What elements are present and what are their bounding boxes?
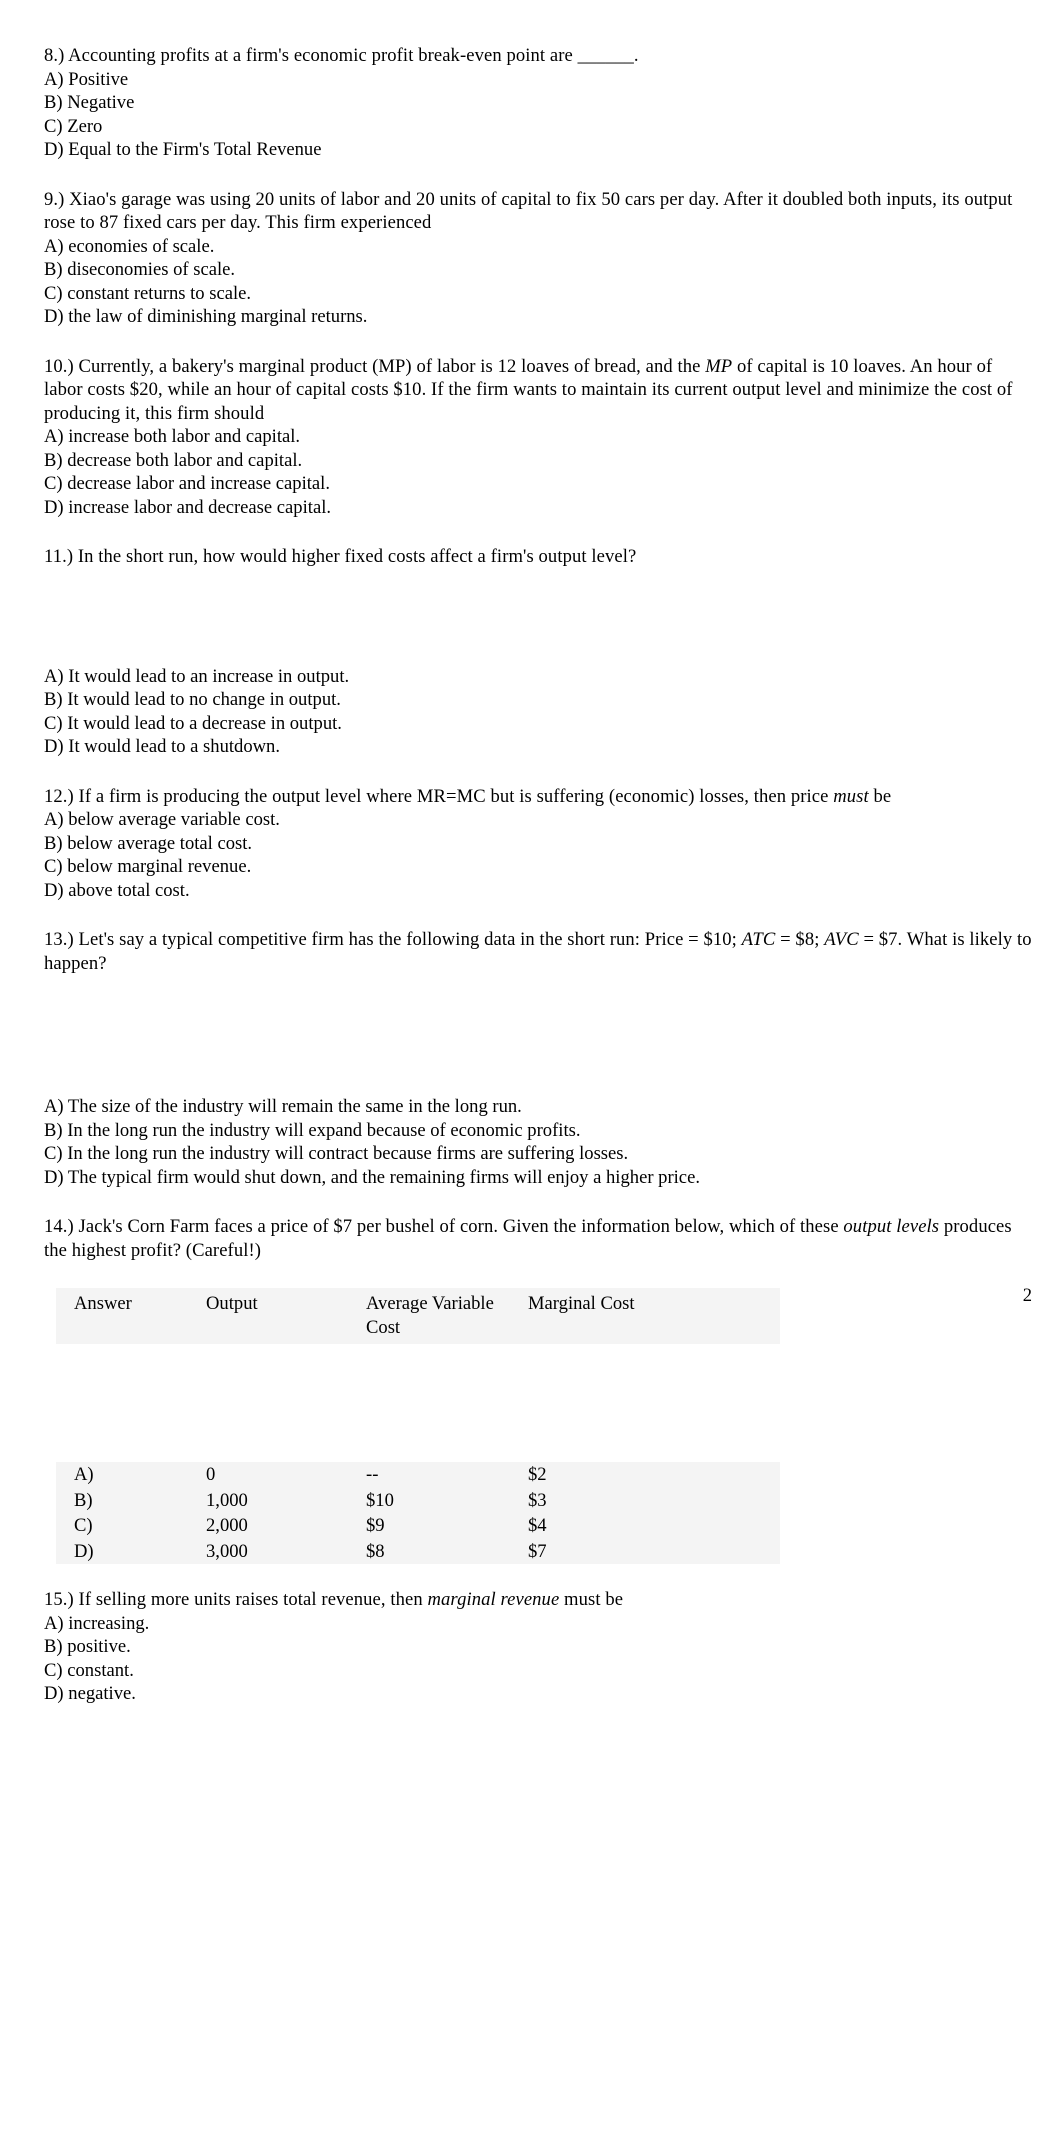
cell-mc: $7 — [528, 1540, 547, 1562]
document-page: 8.) Accounting profits at a firm's econo… — [0, 0, 1062, 2132]
stem-text: be — [868, 785, 892, 807]
cost-table-header: Answer Output Average Variable Cost Marg… — [56, 1288, 780, 1344]
question-15: 15.) If selling more units raises total … — [44, 1588, 1032, 1706]
question-11-stem: 11.) In the short run, how would higher … — [44, 545, 1032, 569]
question-8-choice-b: B) Negative — [44, 92, 135, 113]
stem-text: 10.) Currently, a bakery's marginal prod… — [44, 355, 706, 377]
page-number: 2 — [1022, 1285, 1032, 1306]
cell-answer: A) — [74, 1464, 94, 1485]
cell-output: 0 — [206, 1464, 216, 1485]
cell-output: 2,000 — [206, 1515, 248, 1536]
emphasis-text: AVC — [824, 929, 859, 950]
stem-text: 8.) Accounting profits at a firm's econo… — [44, 45, 639, 66]
stem-text: 15.) If selling more units raises total … — [44, 1589, 428, 1610]
question-12-choice-b: B) below average total cost. — [44, 832, 253, 854]
cost-table-header-row: Answer Output Average Variable Cost Marg… — [56, 1288, 780, 1344]
emphasis-text: marginal revenue — [427, 1589, 560, 1610]
question-12-choice-c: C) below marginal revenue. — [44, 856, 252, 877]
question-15-choice-c: C) constant. — [44, 1659, 134, 1681]
cell-avc: $8 — [366, 1540, 385, 1562]
question-8-choice-d: D) Equal to the Firm's Total Revenue — [44, 139, 322, 160]
question-14: 14.) Jack's Corn Farm faces a price of $… — [44, 1215, 1032, 1262]
question-12: 12.) If a firm is producing the output l… — [44, 785, 1032, 903]
question-10-stem: 10.) Currently, a bakery's marginal prod… — [44, 355, 1032, 426]
stem-text: = $8; — [775, 929, 825, 950]
question-15-choice-b: B) positive. — [44, 1636, 131, 1657]
cost-table: Answer Output Average Variable Cost Marg… — [44, 1288, 1032, 1564]
cell-mc: $3 — [528, 1489, 547, 1511]
question-13-stem: 13.) Let's say a typical competitive fir… — [44, 928, 1032, 975]
question-10-choice-c: C) decrease labor and increase capital. — [44, 473, 330, 494]
cell-answer: C) — [74, 1515, 93, 1536]
cell-mc: $4 — [528, 1515, 547, 1536]
stem-text: 14.) Jack's Corn Farm faces a price of $… — [44, 1216, 844, 1237]
table-row: B) 1,000 $10 $3 — [56, 1488, 780, 1514]
question-12-choice-a: A) below average variable cost. — [44, 809, 280, 830]
cost-table-header-output: Output — [206, 1293, 258, 1314]
question-9: 9.) Xiao's garage was using 20 units of … — [44, 188, 1032, 329]
table-row: C) 2,000 $9 $4 — [56, 1513, 780, 1539]
question-13-choice-a: A) The size of the industry will remain … — [44, 1096, 522, 1117]
emphasis-text: ATC — [741, 929, 776, 950]
cell-avc: -- — [366, 1464, 379, 1485]
cell-output: 1,000 — [206, 1489, 248, 1511]
question-13-choice-c: C) In the long run the industry will con… — [44, 1143, 629, 1164]
stem-text: 13.) Let's say a typical competitive fir… — [44, 929, 742, 950]
question-11-choice-a: A) It would lead to an increase in outpu… — [44, 665, 350, 687]
question-13: 13.) Let's say a typical competitive fir… — [44, 928, 1032, 1189]
question-11-answer-space — [44, 569, 1032, 665]
table-row: D) 3,000 $8 $7 — [56, 1539, 780, 1565]
cost-table-header-answer: Answer — [74, 1293, 132, 1314]
question-11-choice-b: B) It would lead to no change in output. — [44, 689, 341, 710]
cell-avc: $9 — [366, 1515, 385, 1536]
cost-table-work-space — [44, 1344, 1032, 1462]
question-9-choice-b: B) diseconomies of scale. — [44, 259, 236, 280]
question-11-choice-c: C) It would lead to a decrease in output… — [44, 712, 342, 734]
question-9-choice-c: C) constant returns to scale. — [44, 282, 252, 304]
question-10-choice-b: B) decrease both labor and capital. — [44, 449, 303, 471]
cost-table-body: A) 0 -- $2 B) 1,000 $10 $3 C) 2,000 $9 $… — [56, 1462, 780, 1564]
cell-output: 3,000 — [206, 1540, 248, 1562]
emphasis-text: must — [833, 785, 869, 807]
cell-answer: D) — [74, 1540, 94, 1562]
cell-mc: $2 — [528, 1464, 547, 1485]
emphasis-text: output levels — [843, 1216, 940, 1237]
question-13-choice-b: B) In the long run the industry will exp… — [44, 1119, 581, 1141]
cost-table-header-mc: Marginal Cost — [528, 1293, 635, 1314]
cost-table-header-avc: Average Variable Cost — [366, 1293, 494, 1338]
question-12-choice-d: D) above total cost. — [44, 879, 190, 901]
question-9-stem: 9.) Xiao's garage was using 20 units of … — [44, 188, 1032, 235]
question-9-choice-d: D) the law of diminishing marginal retur… — [44, 306, 368, 327]
emphasis-text: MP — [705, 355, 733, 377]
question-15-choice-a: A) increasing. — [44, 1612, 150, 1634]
question-10-choice-d: D) increase labor and decrease capital. — [44, 496, 332, 518]
question-10: 10.) Currently, a bakery's marginal prod… — [44, 355, 1032, 520]
question-9-choice-a: A) economies of scale. — [44, 235, 215, 257]
question-8-stem: 8.) Accounting profits at a firm's econo… — [44, 44, 1032, 68]
question-15-stem: 15.) If selling more units raises total … — [44, 1588, 1032, 1612]
stem-text: 12.) If a firm is producing the output l… — [44, 785, 834, 807]
table-row: A) 0 -- $2 — [56, 1462, 780, 1488]
question-11: 11.) In the short run, how would higher … — [44, 545, 1032, 759]
stem-text: 11.) In the short run, how would higher … — [44, 546, 637, 567]
question-12-stem: 12.) If a firm is producing the output l… — [44, 785, 1032, 809]
question-11-choice-d: D) It would lead to a shutdown. — [44, 736, 280, 757]
question-13-answer-space — [44, 975, 1032, 1095]
cell-avc: $10 — [366, 1489, 394, 1511]
question-13-choice-d: D) The typical firm would shut down, and… — [44, 1166, 700, 1188]
question-14-stem: 14.) Jack's Corn Farm faces a price of $… — [44, 1215, 1032, 1262]
question-8-choice-a: A) Positive — [44, 68, 129, 90]
question-8-choice-c: C) Zero — [44, 115, 103, 137]
stem-text: must be — [559, 1589, 624, 1610]
question-8: 8.) Accounting profits at a firm's econo… — [44, 44, 1032, 162]
question-15-choice-d: D) negative. — [44, 1683, 136, 1704]
question-10-choice-a: A) increase both labor and capital. — [44, 426, 301, 447]
stem-text: 9.) Xiao's garage was using 20 units of … — [44, 188, 1013, 234]
cell-answer: B) — [74, 1489, 93, 1511]
